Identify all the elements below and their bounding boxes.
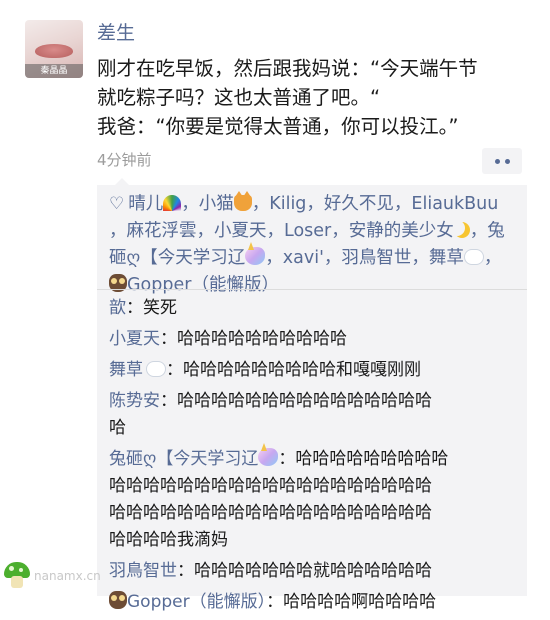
comment-item[interactable]: 舞草 ：哈哈哈哈哈哈哈哈哈和嘎嘎刚刚 xyxy=(109,357,523,384)
rainbow-emoji xyxy=(163,195,182,211)
avatar-lips-graphic xyxy=(35,44,73,58)
unicorn-emoji xyxy=(258,443,279,466)
liker-names[interactable]: ，Kilig，好久不见，EliaukBuu xyxy=(252,194,499,214)
comment-item[interactable]: 陈势安：哈哈哈哈哈哈哈哈哈哈哈哈哈哈哈 哈 xyxy=(109,388,523,442)
heart-icon: ♡ xyxy=(109,194,125,214)
liker-names[interactable]: 晴儿 xyxy=(128,194,163,214)
liker-names[interactable]: ，麻花浮雲，小夏天，Loser，安静的美少女 xyxy=(109,221,454,241)
comment-list: 歆：笑死 小夏天：哈哈哈哈哈哈哈哈哈哈 舞草 ：哈哈哈哈哈哈哈哈哈和嘎嘎刚刚 陈势… xyxy=(109,295,523,620)
liker-names[interactable]: ， xyxy=(484,248,502,268)
liker-names[interactable]: 砸ღ【今天学习辽 xyxy=(109,248,245,268)
likes-divider xyxy=(97,289,527,290)
post-line: 就吃粽子吗？这也太普通了吧。“ xyxy=(97,86,381,109)
unicorn-emoji xyxy=(245,242,266,265)
likes-line: 砸ღ【今天学习辽 ，xavi'，羽鳥智世，舞草 ， xyxy=(109,242,523,272)
liker-names[interactable]: Gopper（能懈版） xyxy=(127,275,279,295)
cloud-emoji xyxy=(463,249,484,265)
comment-box: ♡ 晴儿 ，小猫 ，Kilig，好久不见，EliaukBuu ，麻花浮雲，小夏天，Lo… xyxy=(97,178,527,612)
site-watermark: nanamx.cn xyxy=(0,560,150,596)
post-text: 刚才在吃早饭，然后跟我妈说：“今天端午节 就吃粽子吗？这也太普通了吧。“ 我爸：… xyxy=(97,54,537,141)
comment-author[interactable]: 兔砸ღ【今天学习辽 xyxy=(109,449,258,469)
comment-item[interactable]: 小夏天：哈哈哈哈哈哈哈哈哈哈 xyxy=(109,326,523,353)
post-line: 刚才在吃早饭，然后跟我妈说：“今天端午节 xyxy=(97,57,478,80)
comment-text: 哈 xyxy=(109,418,126,438)
likes-list: ♡ 晴儿 ，小猫 ，Kilig，好久不见，EliaukBuu ，麻花浮雲，小夏天，Lo… xyxy=(109,191,523,299)
post-username[interactable]: 差生 xyxy=(97,20,135,46)
avatar-tag: 秦晶晶 xyxy=(25,64,83,78)
watermark-text: nanamx.cn xyxy=(34,569,101,583)
comment-text: ：哈哈哈哈哈哈哈哈哈和嘎嘎刚刚 xyxy=(166,360,421,380)
post-line: 我爸：“你要是觉得太普通，你可以投江。” xyxy=(97,115,459,138)
comment-text: ：哈哈哈哈啊哈哈哈哈 xyxy=(266,592,437,612)
more-actions-button[interactable] xyxy=(482,148,522,174)
comment-text: ：哈哈哈哈哈哈哈哈哈哈哈哈哈哈哈 xyxy=(160,391,432,411)
comment-author[interactable]: 歆 xyxy=(109,298,126,318)
comment-text: 哈哈哈哈哈哈哈哈哈哈哈哈哈哈哈哈哈哈哈 xyxy=(109,476,432,496)
comment-text: ：哈哈哈哈哈哈哈哈哈 xyxy=(278,449,449,469)
comment-author[interactable]: 陈势安 xyxy=(109,391,160,411)
liker-names[interactable]: ，xavi'，羽鳥智世，舞草 xyxy=(265,248,464,268)
comment-text: ：哈哈哈哈哈哈哈哈哈哈 xyxy=(160,329,347,349)
likes-line: ♡ 晴儿 ，小猫 ，Kilig，好久不见，EliaukBuu xyxy=(109,191,523,218)
liker-names[interactable]: ，小猫 xyxy=(181,194,234,214)
more-dots-icon xyxy=(494,158,510,164)
comment-item[interactable]: 歆：笑死 xyxy=(109,295,523,322)
comment-text: 哈哈哈哈哈哈哈哈哈哈哈哈哈哈哈哈哈哈哈 xyxy=(109,503,432,523)
cat-emoji xyxy=(233,191,252,211)
post-time: 4分钟前 xyxy=(97,151,152,169)
comment-author[interactable]: 舞草 xyxy=(109,360,143,380)
comment-text: 哈哈哈哈我滴妈 xyxy=(109,530,228,550)
cloud-emoji xyxy=(146,361,166,377)
likes-line: ，麻花浮雲，小夏天，Loser，安静的美少女 ，兔 xyxy=(109,218,523,245)
comment-item[interactable]: 羽鳥智世：哈哈哈哈哈哈哈就哈哈哈哈哈哈 xyxy=(109,558,523,585)
comment-item[interactable]: Gopper（能懈版）：哈哈哈哈啊哈哈哈哈 xyxy=(109,589,523,616)
moon-emoji xyxy=(454,222,470,238)
comment-author[interactable]: 小夏天 xyxy=(109,329,160,349)
comment-text: ：哈哈哈哈哈哈哈就哈哈哈哈哈哈 xyxy=(177,561,432,581)
comment-item[interactable]: 兔砸ღ【今天学习辽 ：哈哈哈哈哈哈哈哈哈 哈哈哈哈哈哈哈哈哈哈哈哈哈哈哈哈哈哈哈 … xyxy=(109,443,523,554)
liker-names[interactable]: ，兔 xyxy=(470,221,505,241)
comment-text: ：笑死 xyxy=(126,298,177,318)
mushroom-logo-icon xyxy=(4,562,30,588)
avatar[interactable]: 秦晶晶 xyxy=(25,20,83,78)
